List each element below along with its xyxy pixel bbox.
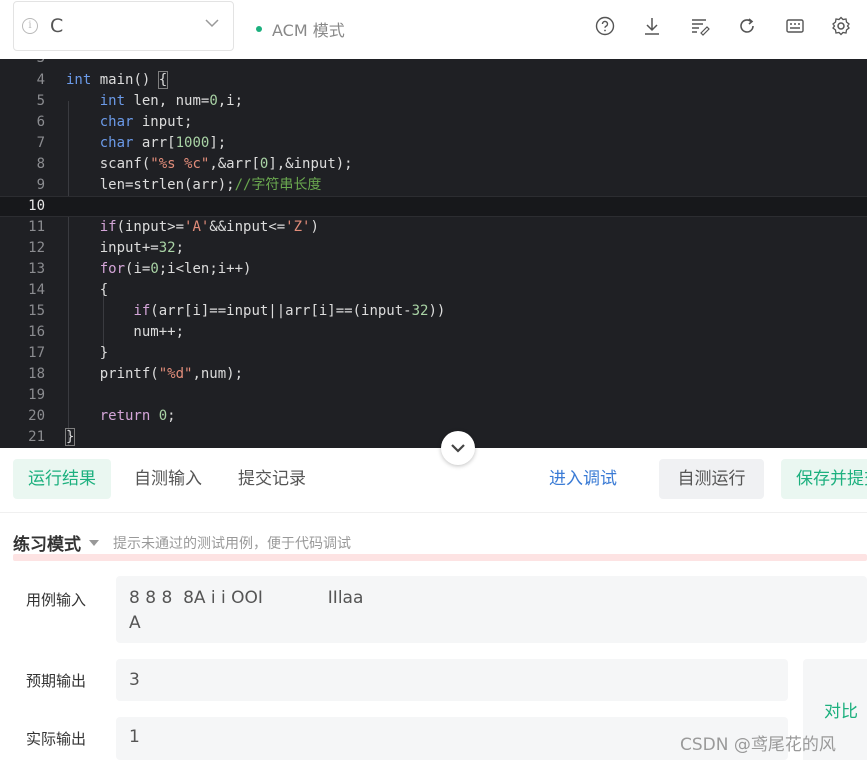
code-line: 13 for(i=0;i<len;i++) (0, 259, 867, 280)
tab-submissions[interactable]: 提交记录 (238, 459, 306, 499)
code-text: } (64, 428, 76, 446)
language-select[interactable]: i C (13, 1, 234, 51)
info-icon: i (22, 18, 38, 34)
download-icon[interactable] (641, 15, 663, 37)
code-text: if(arr[i]==input||arr[i]==(input-32)) (133, 303, 446, 319)
watermark: CSDN @鸢尾花的风 (680, 735, 836, 755)
code-line: 3 (0, 59, 867, 69)
status-dot (256, 26, 262, 32)
save-submit-button[interactable]: 保存并提交 (781, 459, 867, 499)
code-text: char arr[1000]; (99, 135, 227, 151)
code-line: 17 } (0, 343, 867, 364)
refresh-icon[interactable] (736, 15, 758, 37)
settings-icon[interactable] (830, 15, 852, 37)
code-line: 15 if(arr[i]==input||arr[i]==(input-32)) (0, 301, 867, 322)
tab-custom-input[interactable]: 自测输入 (134, 459, 202, 499)
code-line: 16 num++; (0, 322, 867, 343)
code-text: if(input>='A'&&input<='Z') (99, 219, 319, 235)
code-line: 6 char input; (0, 112, 867, 133)
code-line: 21 } (0, 427, 867, 448)
practice-mode-title[interactable]: 练习模式 (13, 530, 81, 555)
practice-hint: 提示未通过的测试用例，便于代码调试 (113, 535, 351, 552)
code-text: num++; (66, 324, 185, 340)
language-value: C (50, 15, 64, 37)
practice-mode: 练习模式 提示未通过的测试用例，便于代码调试 (13, 530, 351, 555)
code-line: 8 scanf("%s %c",&arr[0],&input); (0, 154, 867, 175)
case-input-line: 8 8 8 8A i i OOI IIlaa (129, 588, 364, 608)
help-icon[interactable] (594, 15, 616, 37)
code-text: int main() { (66, 71, 169, 89)
expected-label: 预期输出 (26, 672, 87, 690)
enter-debug-link[interactable]: 进入调试 (549, 459, 617, 499)
expected-output-box: 3 (116, 659, 788, 701)
code-line: 5 int len, num=0,i; (0, 91, 867, 112)
top-toolbar: i C ACM 模式 (0, 0, 867, 59)
collapse-panel-button[interactable] (441, 431, 475, 465)
code-text: printf("%d",num); (66, 366, 244, 382)
acm-mode-indicator[interactable]: ACM 模式 (256, 17, 345, 41)
chevron-down-icon (205, 19, 219, 28)
code-text: int len, num=0,i; (99, 93, 244, 109)
code-text: for(i=0;i<len;i++) (99, 261, 252, 277)
caret-down-icon[interactable] (89, 539, 99, 546)
code-line: 19 (28, 387, 45, 403)
code-text: char input; (99, 114, 193, 130)
code-text: len=strlen(arr);//字符串长度 (66, 177, 322, 193)
chevron-down-icon (451, 444, 465, 453)
keyboard-icon[interactable] (784, 15, 806, 37)
code-line: 14 { (0, 280, 867, 301)
code-text: scanf("%s %c",&arr[0],&input); (66, 156, 353, 172)
code-text: { (66, 282, 109, 298)
current-line: 10 (0, 196, 867, 217)
code-text: return 0; (99, 408, 176, 424)
self-test-button[interactable]: 自测运行 (659, 459, 764, 499)
case-input-box: 8 8 8 8A i i OOI IIlaa A (116, 576, 867, 643)
status-bar (13, 554, 867, 561)
code-editor[interactable]: 3 4 int main() { 5 int len, num=0,i; 6 c… (0, 59, 867, 448)
code-line: 4 int main() { (0, 70, 867, 91)
code-line: 12 input+=32; (0, 238, 867, 259)
code-line: 20 return 0; (0, 406, 867, 427)
input-label: 用例输入 (26, 591, 87, 609)
actual-label: 实际输出 (26, 730, 87, 748)
code-text: } (66, 345, 109, 361)
code-line: 11 if(input>='A'&&input<='Z') (0, 217, 867, 238)
case-input-line: A (129, 613, 141, 633)
code-text: input+=32; (66, 240, 185, 256)
code-line: 9 len=strlen(arr);//字符串长度 (0, 175, 867, 196)
mode-label: ACM 模式 (272, 21, 345, 40)
compare-button[interactable]: 对比 (824, 697, 858, 722)
format-icon[interactable] (689, 15, 711, 37)
code-line: 18 printf("%d",num); (0, 364, 867, 385)
tab-run-result[interactable]: 运行结果 (13, 459, 111, 499)
result-tabs: 运行结果 自测输入 提交记录 进入调试 自测运行 保存并提交 (0, 448, 867, 513)
code-line: 7 char arr[1000]; (0, 133, 867, 154)
